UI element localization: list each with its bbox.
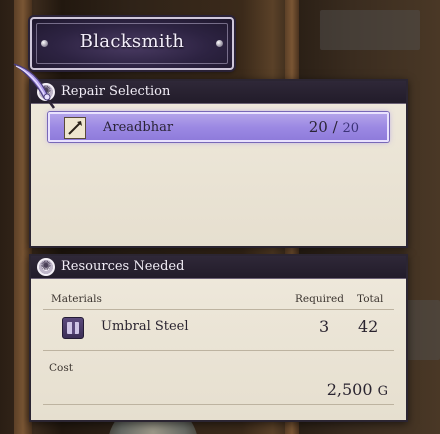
- repair-item-row[interactable]: Areadbhar 20 / 20: [48, 112, 389, 142]
- repair-selection-title: Repair Selection: [61, 84, 171, 99]
- umbral-steel-icon: [62, 317, 84, 339]
- repair-selection-header: ✺ Repair Selection: [31, 81, 406, 104]
- stone-wall: [320, 10, 420, 50]
- divider: [43, 309, 394, 310]
- required-column-header: Required: [295, 293, 344, 305]
- cost-value: 2,500 G: [327, 380, 388, 399]
- repair-item-uses: 20 / 20: [309, 118, 359, 136]
- repair-item-name: Areadbhar: [103, 120, 174, 135]
- divider: [43, 350, 394, 351]
- cost-label: Cost: [49, 362, 73, 374]
- lance-icon: [64, 117, 86, 139]
- material-total: 42: [358, 317, 379, 336]
- gear-icon: ✺: [37, 258, 55, 276]
- repair-selection-panel: ✺ Repair Selection Areadbhar 20 / 20: [29, 79, 408, 248]
- cost-amount: 2,500: [326, 380, 373, 399]
- gold-unit: G: [377, 384, 388, 399]
- materials-column-header: Materials: [51, 293, 102, 305]
- uses-separator: /: [327, 118, 343, 136]
- uses-max: 20: [342, 121, 359, 136]
- quill-cursor-icon: [13, 63, 56, 109]
- total-column-header: Total: [357, 293, 384, 305]
- resources-needed-title: Resources Needed: [61, 259, 185, 274]
- page-title: Blacksmith: [79, 31, 185, 52]
- resources-needed-panel: ✺ Resources Needed Materials Required To…: [29, 254, 408, 422]
- resources-needed-header: ✺ Resources Needed: [31, 256, 406, 279]
- material-name: Umbral Steel: [101, 319, 189, 334]
- divider: [43, 404, 394, 405]
- uses-current: 20: [308, 118, 328, 136]
- material-required: 3: [319, 317, 330, 336]
